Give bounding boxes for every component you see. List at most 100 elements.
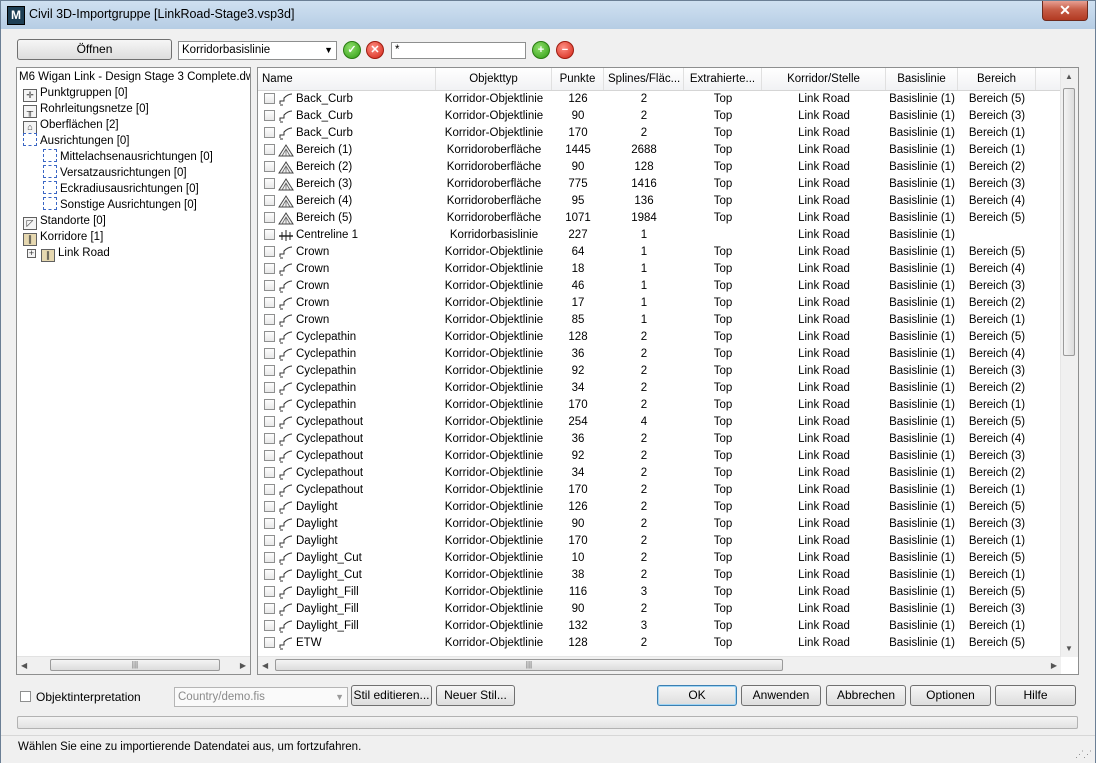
table-row[interactable]: Crown Korridor-Objektlinie 17 1 Top Link Road… xyxy=(258,295,1061,312)
table-row[interactable]: Crown Korridor-Objektlinie 18 1 Top Link Road… xyxy=(258,261,1061,278)
row-checkbox[interactable] xyxy=(264,620,275,631)
row-checkbox[interactable] xyxy=(264,212,275,223)
tree-item-corridors[interactable]: ∥ Korridore [1] xyxy=(23,229,103,246)
tree-item-surfaces[interactable]: ⌂ Oberflächen [2] xyxy=(23,117,119,134)
cancel-button[interactable]: Abbrechen xyxy=(826,685,906,706)
grid-horizontal-scroll-thumb[interactable]: ||| xyxy=(275,659,783,671)
table-row[interactable]: Bereich (5) Korridoroberfläche 1071 1984 Top… xyxy=(258,210,1061,227)
name-filter-input[interactable]: * xyxy=(391,42,526,59)
grid-vertical-scroll-thumb[interactable] xyxy=(1063,88,1075,356)
row-checkbox[interactable] xyxy=(264,314,275,325)
column-header-points[interactable]: Punkte xyxy=(552,68,604,90)
table-row[interactable]: Cyclepathin Korridor-Objektlinie 36 2 Top Lin… xyxy=(258,346,1061,363)
table-row[interactable]: Cyclepathin Korridor-Objektlinie 128 2 Top Li… xyxy=(258,329,1061,346)
close-window-button[interactable]: ✕ xyxy=(1042,1,1088,21)
column-header-name[interactable]: Name xyxy=(258,68,436,90)
table-row[interactable]: Daylight Korridor-Objektlinie 90 2 Top Link R… xyxy=(258,516,1061,533)
object-type-filter-dropdown[interactable]: Korridorbasislinie ▼ xyxy=(178,41,337,60)
row-checkbox[interactable] xyxy=(264,552,275,563)
table-row[interactable]: Daylight Korridor-Objektlinie 170 2 Top Link … xyxy=(258,533,1061,550)
remove-filter-button[interactable]: − xyxy=(556,41,574,59)
tree-item-curb-return-alignments[interactable]: Eckradiusausrichtungen [0] xyxy=(43,181,199,197)
scroll-down-icon[interactable]: ▼ xyxy=(1065,644,1073,653)
table-row[interactable]: Back_Curb Korridor-Objektlinie 90 2 Top Link … xyxy=(258,108,1061,125)
scroll-up-icon[interactable]: ▲ xyxy=(1065,72,1073,81)
row-checkbox[interactable] xyxy=(264,110,275,121)
table-row[interactable]: Crown Korridor-Objektlinie 85 1 Top Link Road… xyxy=(258,312,1061,329)
table-row[interactable]: Cyclepathout Korridor-Objektlinie 36 2 Top Li… xyxy=(258,431,1061,448)
row-checkbox[interactable] xyxy=(264,603,275,614)
table-row[interactable]: Back_Curb Korridor-Objektlinie 126 2 Top Link… xyxy=(258,91,1061,108)
tree-root-drawing[interactable]: M6 Wigan Link - Design Stage 3 Complete.… xyxy=(19,69,250,85)
object-interpretation-checkbox[interactable] xyxy=(20,691,31,702)
table-row[interactable]: Cyclepathin Korridor-Objektlinie 92 2 Top Lin… xyxy=(258,363,1061,380)
table-row[interactable]: Bereich (3) Korridoroberfläche 775 1416 Top L… xyxy=(258,176,1061,193)
row-checkbox[interactable] xyxy=(264,450,275,461)
row-checkbox[interactable] xyxy=(264,195,275,206)
style-file-dropdown[interactable]: Country/demo.fis ▼ xyxy=(174,687,348,707)
tree-item-centerline-alignments[interactable]: Mittelachsenausrichtungen [0] xyxy=(43,149,213,165)
tree-item-pipe-networks[interactable]: ╥ Rohrleitungsnetze [0] xyxy=(23,101,149,118)
apply-button[interactable]: Anwenden xyxy=(741,685,821,706)
column-header-corridor-site[interactable]: Korridor/Stelle xyxy=(762,68,886,90)
row-checkbox[interactable] xyxy=(264,382,275,393)
column-header-object-type[interactable]: Objekttyp xyxy=(436,68,552,90)
table-row[interactable]: Crown Korridor-Objektlinie 64 1 Top Link Road… xyxy=(258,244,1061,261)
import-objects-grid[interactable]: Name Objekttyp Punkte Splines/Fläc... Ex… xyxy=(257,67,1079,675)
column-header-region[interactable]: Bereich xyxy=(958,68,1036,90)
column-header-baseline[interactable]: Basislinie xyxy=(886,68,958,90)
row-checkbox[interactable] xyxy=(264,637,275,648)
table-row[interactable]: ETW Korridor-Objektlinie 128 2 Top Link Road B… xyxy=(258,635,1061,652)
row-checkbox[interactable] xyxy=(264,161,275,172)
grid-horizontal-scrollbar[interactable]: ◀ ||| ▶ xyxy=(258,656,1061,674)
table-row[interactable]: Daylight_Fill Korridor-Objektlinie 132 3 Top… xyxy=(258,618,1061,635)
row-checkbox[interactable] xyxy=(264,433,275,444)
row-checkbox[interactable] xyxy=(264,348,275,359)
scroll-right-icon[interactable]: ▶ xyxy=(1051,661,1057,670)
cancel-filter-button[interactable]: ✕ xyxy=(366,41,384,59)
object-tree[interactable]: M6 Wigan Link - Design Stage 3 Complete.… xyxy=(16,67,251,675)
table-row[interactable]: Daylight Korridor-Objektlinie 126 2 Top Link … xyxy=(258,499,1061,516)
tree-item-point-groups[interactable]: ✛ Punktgruppen [0] xyxy=(23,85,128,102)
table-row[interactable]: Cyclepathin Korridor-Objektlinie 170 2 Top Li… xyxy=(258,397,1061,414)
row-checkbox[interactable] xyxy=(264,518,275,529)
tree-item-alignments[interactable]: Ausrichtungen [0] xyxy=(23,133,130,149)
ok-button[interactable]: OK xyxy=(657,685,737,706)
row-checkbox[interactable] xyxy=(264,280,275,291)
table-row[interactable]: Bereich (1) Korridoroberfläche 1445 2688 Top… xyxy=(258,142,1061,159)
tree-item-sites[interactable]: ◸ Standorte [0] xyxy=(23,213,106,230)
table-row[interactable]: Cyclepathout Korridor-Objektlinie 92 2 Top Li… xyxy=(258,448,1061,465)
table-row[interactable]: Daylight_Fill Korridor-Objektlinie 90 2 Top L… xyxy=(258,601,1061,618)
scroll-left-icon[interactable]: ◀ xyxy=(262,661,268,670)
row-checkbox[interactable] xyxy=(264,229,275,240)
table-row[interactable]: Daylight_Fill Korridor-Objektlinie 116 3 Top… xyxy=(258,584,1061,601)
row-checkbox[interactable] xyxy=(264,501,275,512)
row-checkbox[interactable] xyxy=(264,586,275,597)
add-filter-button[interactable]: + xyxy=(532,41,550,59)
table-row[interactable]: Back_Curb Korridor-Objektlinie 170 2 Top Link… xyxy=(258,125,1061,142)
row-checkbox[interactable] xyxy=(264,569,275,580)
row-checkbox[interactable] xyxy=(264,467,275,478)
table-row[interactable]: Cyclepathout Korridor-Objektlinie 34 2 Top Li… xyxy=(258,465,1061,482)
options-button[interactable]: Optionen xyxy=(910,685,991,706)
table-row[interactable]: Bereich (4) Korridoroberfläche 95 136 Top Lin… xyxy=(258,193,1061,210)
table-row[interactable]: Daylight_Cut Korridor-Objektlinie 38 2 Top Li… xyxy=(258,567,1061,584)
row-checkbox[interactable] xyxy=(264,263,275,274)
confirm-filter-button[interactable]: ✓ xyxy=(343,41,361,59)
column-header-splines[interactable]: Splines/Fläc... xyxy=(604,68,684,90)
new-style-button[interactable]: Neuer Stil... xyxy=(436,685,515,706)
row-checkbox[interactable] xyxy=(264,93,275,104)
table-row[interactable]: Daylight_Cut Korridor-Objektlinie 10 2 Top Li… xyxy=(258,550,1061,567)
help-button[interactable]: Hilfe xyxy=(995,685,1076,706)
tree-item-other-alignments[interactable]: Sonstige Ausrichtungen [0] xyxy=(43,197,197,213)
row-checkbox[interactable] xyxy=(264,365,275,376)
table-row[interactable]: Bereich (2) Korridoroberfläche 90 128 Top Lin… xyxy=(258,159,1061,176)
open-button[interactable]: Öffnen xyxy=(17,39,172,60)
row-checkbox[interactable] xyxy=(264,416,275,427)
table-row[interactable]: Cyclepathin Korridor-Objektlinie 34 2 Top Lin… xyxy=(258,380,1061,397)
grid-vertical-scrollbar[interactable]: ▲ ▼ xyxy=(1060,68,1078,657)
tree-horizontal-scrollbar[interactable]: ◀ ||| ▶ xyxy=(17,656,250,674)
row-checkbox[interactable] xyxy=(264,127,275,138)
row-checkbox[interactable] xyxy=(264,484,275,495)
scroll-left-icon[interactable]: ◀ xyxy=(21,661,27,670)
